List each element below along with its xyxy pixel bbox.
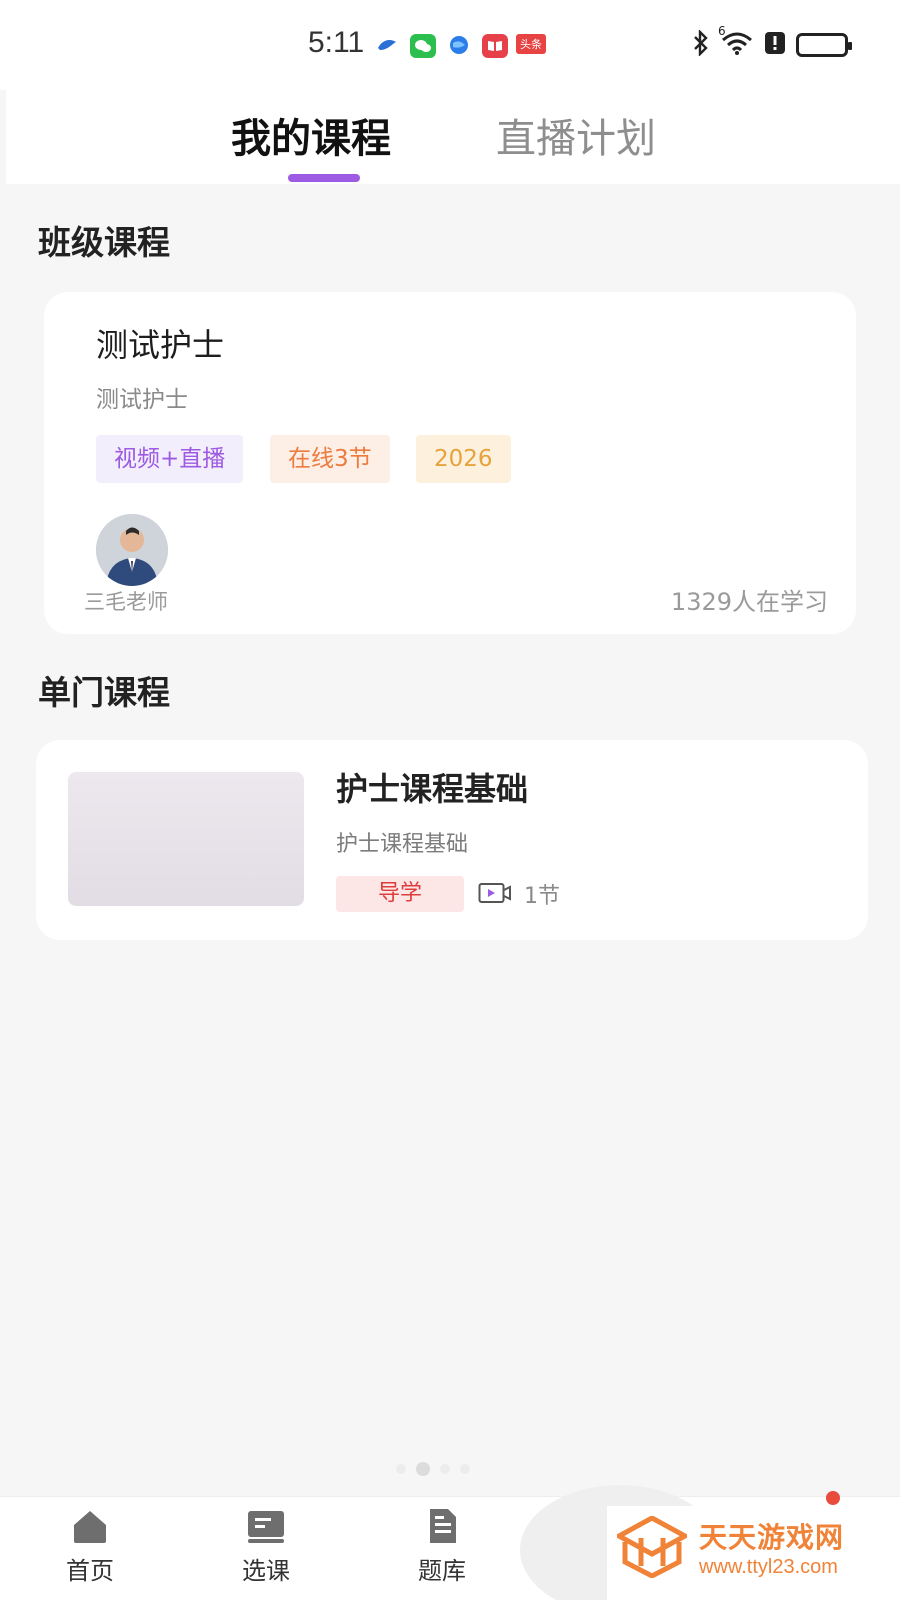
course-select-icon <box>206 1507 326 1545</box>
book-icon <box>482 34 508 58</box>
top-tab-bar: 我的课程 直播计划 <box>6 80 900 184</box>
home-icon <box>30 1507 150 1545</box>
watermark-url: www.ttyl23.com <box>699 1556 838 1578</box>
tab-my-courses[interactable]: 我的课程 <box>231 106 391 164</box>
single-course-card[interactable]: 护士课程基础 护士课程基础 导学 1节 <box>36 740 868 940</box>
nav-item-course-select[interactable]: 选课 <box>206 1507 326 1586</box>
class-courses-heading: 班级课程 <box>38 223 170 262</box>
wifi-icon: 6 <box>718 24 754 60</box>
watermark-logo-icon <box>613 1515 691 1582</box>
watermark: 天天游戏网 www.ttyl23.com <box>607 1506 900 1600</box>
status-right-icons: 6 <box>692 24 852 60</box>
nav-item-home[interactable]: 首页 <box>30 1507 150 1586</box>
tag-year: 2026 <box>416 435 511 483</box>
bird-icon <box>376 34 398 56</box>
bluetooth-icon <box>692 29 710 60</box>
teacher-avatar <box>96 514 168 586</box>
tag-video-live: 视频+直播 <box>96 435 244 483</box>
learner-count: 1329人在学习 <box>670 588 828 616</box>
nav-label-home: 首页 <box>66 1557 114 1585</box>
page-dot <box>460 1464 470 1474</box>
nav-label-course-select: 选课 <box>242 1557 290 1585</box>
battery-icon <box>796 33 852 57</box>
status-time: 5:11 <box>308 26 365 59</box>
status-bar: 5:11 头条 6 <box>0 0 900 90</box>
page-indicator <box>396 1462 470 1476</box>
single-course-subtitle: 护士课程基础 <box>336 832 469 857</box>
class-course-title: 测试护士 <box>96 326 225 364</box>
globe-icon <box>448 34 470 56</box>
wechat-icon <box>410 34 436 58</box>
page-dot <box>440 1464 450 1474</box>
class-course-subtitle: 测试护士 <box>96 387 188 413</box>
class-course-card[interactable]: 测试护士 测试护士 视频+直播 在线3节 2026 三毛老师 1329人在学习 <box>44 292 856 634</box>
single-courses-heading: 单门课程 <box>38 673 170 712</box>
signal-label: 6 <box>718 24 726 38</box>
watermark-text: 天天游戏网 <box>699 1521 845 1554</box>
tag-online-lessons: 在线3节 <box>270 435 390 483</box>
toutiao-icon: 头条 <box>516 34 546 54</box>
toutiao-label: 头条 <box>520 38 542 51</box>
nav-label-question-bank: 题库 <box>418 1557 466 1585</box>
page-dot <box>396 1464 406 1474</box>
tab-live-plan[interactable]: 直播计划 <box>496 106 656 164</box>
video-icon <box>478 882 512 908</box>
nav-item-question-bank[interactable]: 题库 <box>382 1507 502 1586</box>
notification-dot <box>826 1491 840 1505</box>
page-dot-active <box>416 1462 430 1476</box>
single-course-title: 护士课程基础 <box>336 770 529 808</box>
active-tab-indicator <box>288 174 360 182</box>
lesson-count: 1节 <box>524 884 560 909</box>
alert-icon <box>764 31 786 59</box>
tag-guide: 导学 <box>336 876 464 912</box>
question-bank-icon <box>382 1507 502 1545</box>
teacher-name: 三毛老师 <box>84 590 168 614</box>
course-cover-image <box>68 772 304 906</box>
